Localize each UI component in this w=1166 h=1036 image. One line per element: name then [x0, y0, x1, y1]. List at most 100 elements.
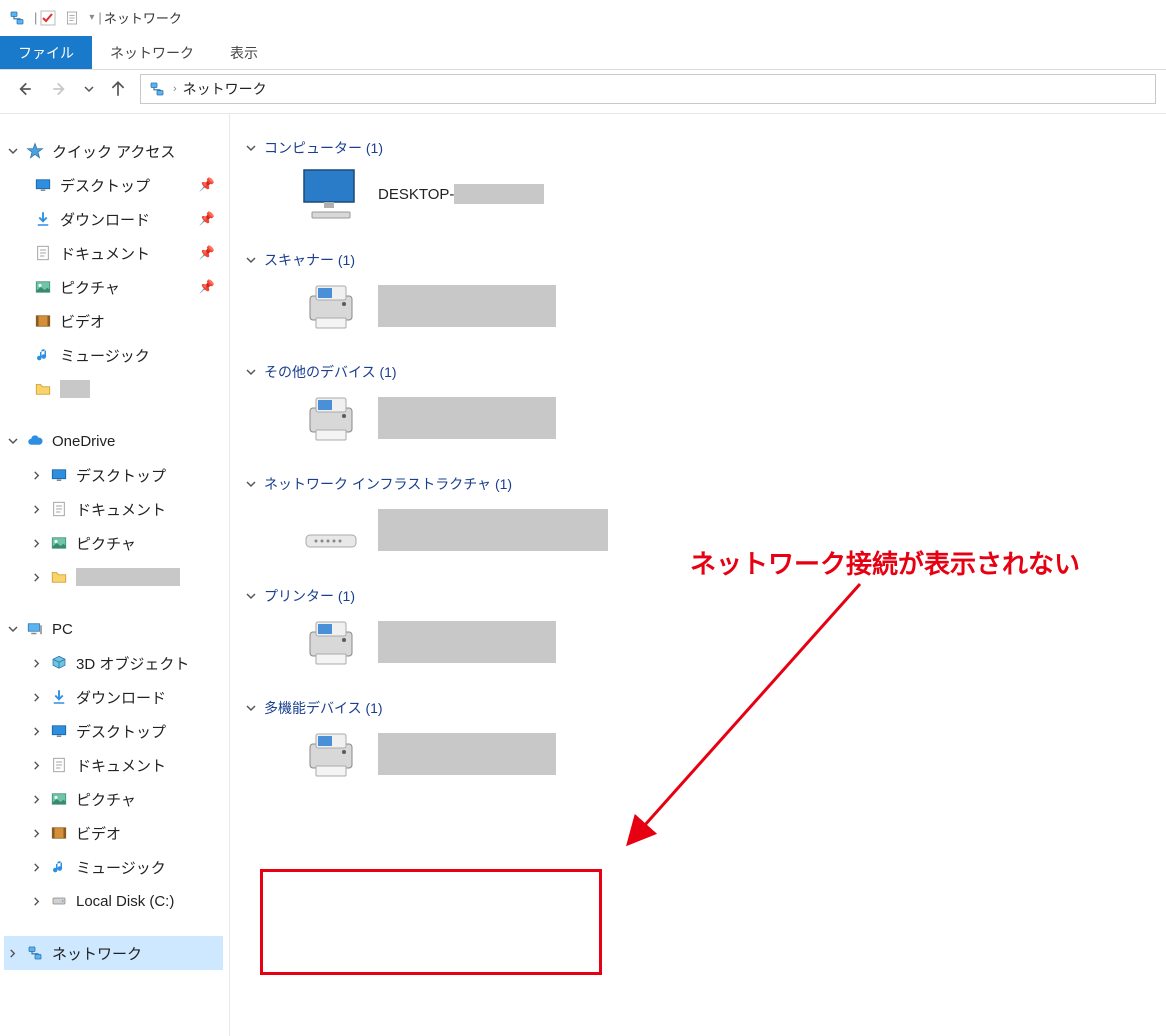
- tree-network[interactable]: ネットワーク: [4, 936, 223, 970]
- network-icon: [24, 942, 46, 964]
- up-button[interactable]: [104, 75, 132, 103]
- chevron-right-icon: [32, 539, 48, 548]
- device-item[interactable]: [296, 388, 1166, 448]
- redacted-label: [378, 397, 556, 439]
- printer-icon: [296, 276, 366, 336]
- tab-view[interactable]: 表示: [212, 36, 276, 69]
- chevron-right-icon: [32, 829, 48, 838]
- chevron-down-icon: [246, 591, 258, 601]
- tree-item-od-pictures[interactable]: ピクチャ: [4, 526, 223, 560]
- document-icon: [48, 498, 70, 520]
- tree-label: デスクトップ: [60, 175, 150, 196]
- document-icon: [32, 242, 54, 264]
- category-header[interactable]: コンピューター (1): [246, 138, 1166, 158]
- 3d-icon: [48, 652, 70, 674]
- tree-label: ダウンロード: [76, 687, 166, 708]
- chevron-right-icon: [32, 573, 48, 582]
- tree-label: ピクチャ: [60, 277, 120, 298]
- chevron-right-icon: [32, 659, 48, 668]
- back-button[interactable]: [10, 75, 38, 103]
- tree-item-pc-music[interactable]: ミュージック: [4, 850, 223, 884]
- category-header[interactable]: スキャナー (1): [246, 250, 1166, 270]
- tree-item-od-documents[interactable]: ドキュメント: [4, 492, 223, 526]
- tree-item-redacted[interactable]: [4, 372, 223, 406]
- tree-quick-access[interactable]: クイック アクセス: [4, 134, 223, 168]
- tree-item-3d[interactable]: 3D オブジェクト: [4, 646, 223, 680]
- dropdown-indicator[interactable]: ▾: [89, 12, 94, 23]
- separator: |: [98, 10, 101, 25]
- cloud-icon: [24, 430, 46, 452]
- star-icon: [24, 140, 46, 162]
- tree-label: ドキュメント: [76, 499, 166, 520]
- chevron-down-icon: [246, 367, 258, 377]
- tree-item-pc-documents[interactable]: ドキュメント: [4, 748, 223, 782]
- device-item[interactable]: DESKTOP-: [296, 164, 1166, 224]
- redacted-label: [60, 380, 90, 398]
- redacted-label: [378, 733, 556, 775]
- tree-pc[interactable]: PC: [4, 612, 223, 646]
- tree-item-pc-videos[interactable]: ビデオ: [4, 816, 223, 850]
- monitor-icon: [296, 164, 366, 224]
- picture-icon: [48, 788, 70, 810]
- music-icon: [32, 344, 54, 366]
- tree-item-pictures[interactable]: ピクチャ 📌: [4, 270, 223, 304]
- tree-item-desktop[interactable]: デスクトップ 📌: [4, 168, 223, 202]
- tree-label: デスクトップ: [76, 465, 166, 486]
- tree-label: ミュージック: [76, 857, 166, 878]
- category-group: その他のデバイス (1): [254, 362, 1166, 448]
- separator: |: [34, 10, 37, 25]
- redacted-label: [378, 621, 556, 663]
- category-label: 多機能デバイス (1): [264, 698, 383, 718]
- device-item[interactable]: [296, 276, 1166, 336]
- category-group: コンピューター (1)DESKTOP-: [254, 138, 1166, 224]
- chevron-right-icon: [32, 761, 48, 770]
- doc-icon[interactable]: [63, 9, 81, 27]
- redacted-label: [454, 184, 544, 204]
- chevron-down-icon: [246, 703, 258, 713]
- tree-label: ビデオ: [76, 823, 121, 844]
- pc-icon: [24, 618, 46, 640]
- tree-label: PC: [52, 621, 73, 638]
- chevron-right-icon: [32, 505, 48, 514]
- tree-label: 3D オブジェクト: [76, 653, 189, 674]
- folder-icon: [48, 566, 70, 588]
- chevron-down-icon: [246, 255, 258, 265]
- tree-item-music[interactable]: ミュージック: [4, 338, 223, 372]
- tree-item-od-redacted[interactable]: [4, 560, 223, 594]
- history-dropdown[interactable]: [82, 75, 96, 103]
- tree-item-documents[interactable]: ドキュメント 📌: [4, 236, 223, 270]
- tree-label: ビデオ: [60, 311, 105, 332]
- printer-icon: [296, 612, 366, 672]
- check-icon[interactable]: [39, 9, 57, 27]
- pin-icon: 📌: [199, 177, 215, 193]
- pin-icon: 📌: [199, 279, 215, 295]
- tree-item-pc-downloads[interactable]: ダウンロード: [4, 680, 223, 714]
- tab-network[interactable]: ネットワーク: [92, 36, 212, 69]
- desktop-icon: [48, 720, 70, 742]
- tree-onedrive[interactable]: OneDrive: [4, 424, 223, 458]
- video-icon: [48, 822, 70, 844]
- titlebar: | ▾ | ネットワーク: [0, 0, 1166, 36]
- tree-label: ピクチャ: [76, 533, 136, 554]
- tree-label: ミュージック: [60, 345, 150, 366]
- chevron-down-icon: [8, 436, 24, 446]
- category-header[interactable]: ネットワーク インフラストラクチャ (1): [246, 474, 1166, 494]
- navigation-bar: › ネットワーク: [0, 70, 1166, 114]
- tree-item-videos[interactable]: ビデオ: [4, 304, 223, 338]
- category-header[interactable]: その他のデバイス (1): [246, 362, 1166, 382]
- pin-icon: 📌: [199, 245, 215, 261]
- address-bar[interactable]: › ネットワーク: [140, 74, 1156, 104]
- tree-item-od-desktop[interactable]: デスクトップ: [4, 458, 223, 492]
- tab-file[interactable]: ファイル: [0, 36, 92, 69]
- tree-item-downloads[interactable]: ダウンロード 📌: [4, 202, 223, 236]
- document-icon: [48, 754, 70, 776]
- forward-button[interactable]: [46, 75, 74, 103]
- annotation-arrow: [610, 576, 870, 856]
- tree-label: ドキュメント: [76, 755, 166, 776]
- tree-item-pc-disk[interactable]: Local Disk (C:): [4, 884, 223, 918]
- tree-item-pc-desktop[interactable]: デスクトップ: [4, 714, 223, 748]
- breadcrumb-current[interactable]: ネットワーク: [183, 79, 267, 99]
- chevron-right-icon: [32, 863, 48, 872]
- tree-item-pc-pictures[interactable]: ピクチャ: [4, 782, 223, 816]
- router-icon: [296, 500, 366, 560]
